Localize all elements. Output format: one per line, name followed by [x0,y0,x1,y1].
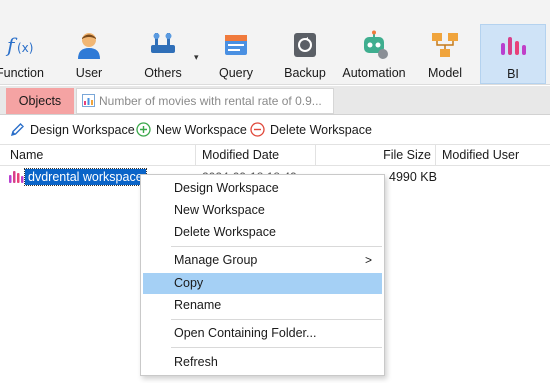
tab-chart-document[interactable]: Number of movies with rental rate of 0.9… [76,88,334,114]
menu-item-new-workspace[interactable]: New Workspace [143,200,382,221]
column-header-name[interactable]: Name [0,145,195,166]
menu-item-manage-group-label: Manage Group [174,253,258,267]
column-header-modified-date[interactable]: Modified Date [195,145,315,166]
submenu-arrow-icon: > [364,253,372,267]
menu-item-copy[interactable]: Copy [143,273,382,294]
ribbon-label: Function [0,66,44,80]
menu-item-rename[interactable]: Rename [143,295,382,316]
pencil-icon [10,123,24,137]
function-icon: f (x) [5,33,33,57]
tab-bar: Objects Number of movies with rental rat… [0,86,550,115]
ribbon-others-button[interactable]: Others [136,24,190,84]
ribbon-label: User [75,66,103,80]
ribbon-label: Automation [342,66,406,80]
delete-workspace-label: Delete Workspace [270,123,372,137]
tools-icon [151,33,175,53]
ribbon-toolbar: f (x) Function User Others ▾ Query Backu… [0,0,550,85]
column-header-modified-user[interactable]: Modified User [435,145,550,166]
bi-icon [501,37,526,55]
ribbon-user-button[interactable]: User [64,24,114,84]
menu-item-delete-workspace[interactable]: Delete Workspace [143,222,382,243]
ribbon-automation-button[interactable]: Automation [340,24,408,84]
row-file-size-cell: 4990 KB [389,170,437,184]
add-circle-icon [136,122,151,137]
ribbon-function-button[interactable]: f (x) Function [0,24,48,84]
chart-document-icon [82,94,95,107]
menu-item-refresh[interactable]: Refresh [143,352,382,373]
ribbon-model-button[interactable]: Model [420,24,470,84]
new-workspace-button[interactable]: New Workspace [136,121,247,139]
ribbon-query-button[interactable]: Query [212,24,260,84]
row-name-cell[interactable]: dvdrental workspace [24,168,147,186]
table-header: Name Modified Date File Size Modified Us… [0,144,550,166]
design-workspace-label: Design Workspace [30,123,135,137]
menu-separator [171,246,382,247]
ribbon-label: Query [218,66,254,80]
menu-item-design-workspace[interactable]: Design Workspace [143,178,382,199]
object-toolbar: Design Workspace New Workspace Delete Wo… [0,116,550,143]
column-header-file-size[interactable]: File Size [315,145,435,166]
user-icon [78,33,100,59]
robot-icon [364,30,388,59]
menu-separator [171,319,382,320]
new-workspace-label: New Workspace [156,123,247,137]
tab-chart-document-label: Number of movies with rental rate of 0.9… [99,94,322,108]
ribbon-backup-button[interactable]: Backup [280,24,330,84]
ribbon-bi-button[interactable]: BI [480,24,546,84]
ribbon-label: BI [507,67,519,81]
ribbon-label: Others [144,66,182,80]
ribbon-label: Model [427,66,463,80]
svg-text:(x): (x) [17,41,33,55]
ribbon-label: Backup [284,66,326,80]
backup-icon [294,33,316,57]
remove-circle-icon [250,122,265,137]
design-workspace-button[interactable]: Design Workspace [10,121,135,139]
menu-separator [171,347,382,348]
others-dropdown-arrow[interactable]: ▾ [194,52,199,63]
query-icon [225,35,247,55]
bi-workspace-icon [9,171,24,183]
menu-item-open-containing-folder[interactable]: Open Containing Folder... [143,323,382,344]
delete-workspace-button[interactable]: Delete Workspace [250,121,372,139]
model-icon [432,33,458,57]
menu-item-manage-group[interactable]: Manage Group > [143,250,382,271]
context-menu: Design Workspace New Workspace Delete Wo… [140,174,385,376]
tab-objects[interactable]: Objects [6,88,74,114]
